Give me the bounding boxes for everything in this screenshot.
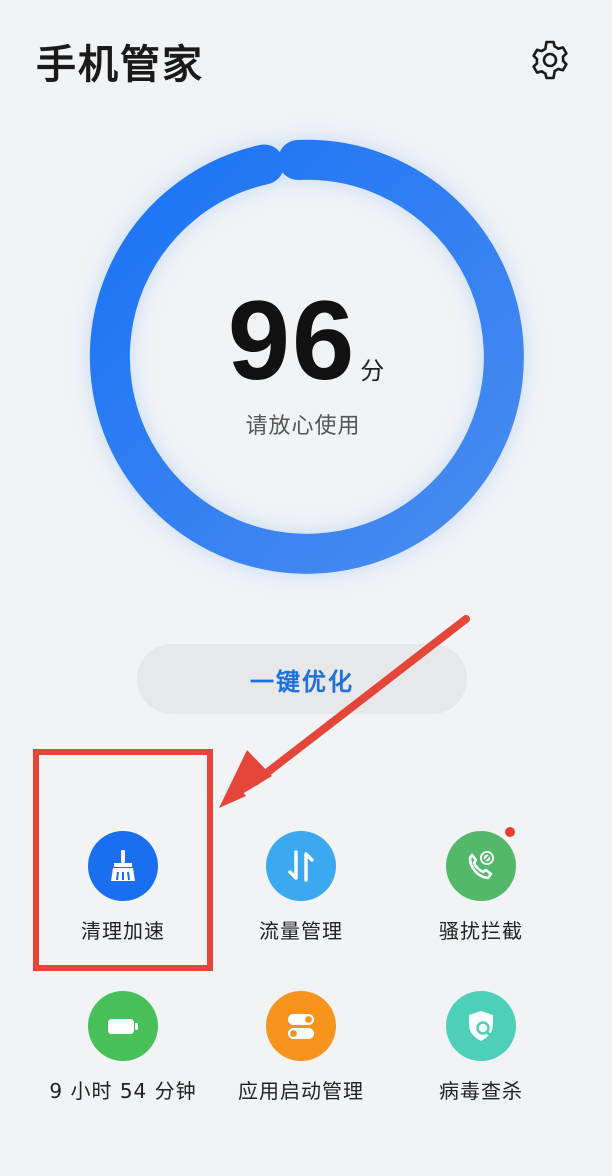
highlight-box <box>33 749 213 971</box>
tool-label: 骚扰拦截 <box>439 919 523 943</box>
tool-app-launch[interactable]: 应用启动管理 <box>211 991 391 1121</box>
tool-label: 病毒查杀 <box>439 1079 523 1103</box>
one-click-optimize-button[interactable]: 一键优化 <box>137 644 467 714</box>
score-display: 96 分 <box>0 285 612 397</box>
score-value: 96 <box>227 278 357 403</box>
tool-label: 流量管理 <box>259 919 343 943</box>
shield-search-icon <box>446 991 516 1061</box>
tool-virus-scan[interactable]: 病毒查杀 <box>391 991 571 1121</box>
tool-data-usage[interactable]: 流量管理 <box>211 831 391 961</box>
status-text: 请放心使用 <box>245 414 361 439</box>
score-unit: 分 <box>360 357 385 385</box>
battery-icon <box>88 991 158 1061</box>
notification-badge <box>505 827 515 837</box>
toggle-icon <box>266 991 336 1061</box>
tool-label: 9 小时 54 分钟 <box>49 1079 197 1103</box>
tool-harassment-block[interactable]: 骚扰拦截 <box>391 831 571 961</box>
tool-battery[interactable]: 9 小时 54 分钟 <box>33 991 213 1121</box>
phone-block-icon <box>446 831 516 901</box>
data-transfer-icon <box>266 831 336 901</box>
tool-label: 应用启动管理 <box>238 1079 364 1103</box>
